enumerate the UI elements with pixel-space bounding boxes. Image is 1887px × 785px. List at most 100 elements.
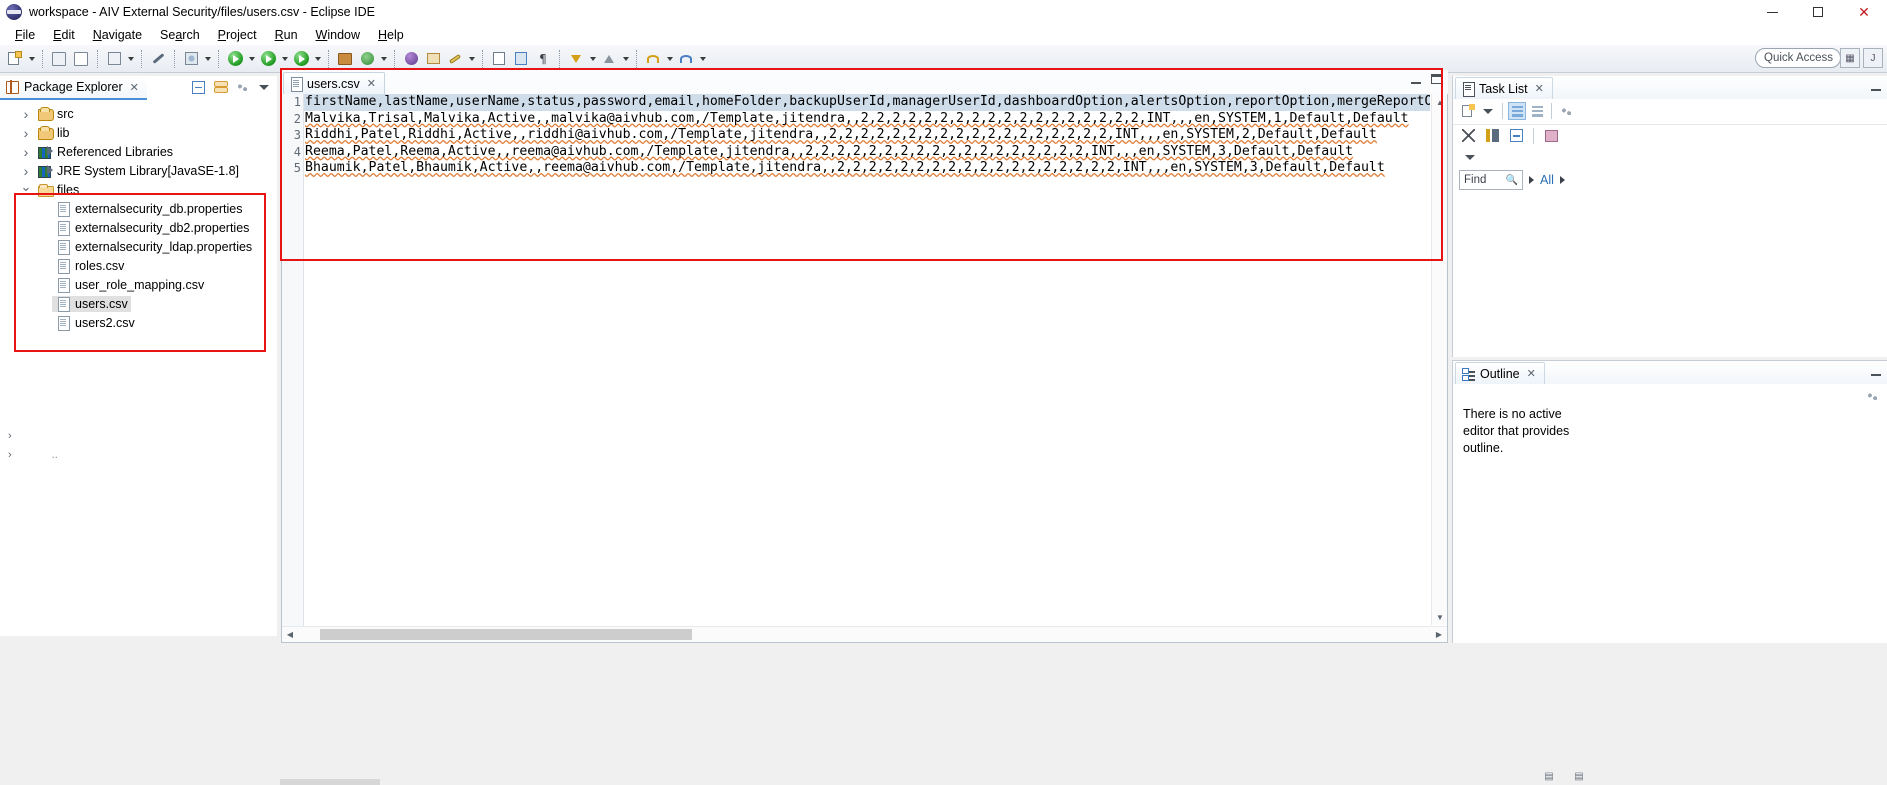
chevron-right-icon[interactable] (18, 125, 34, 141)
run-icon[interactable] (225, 49, 245, 69)
menu-navigate[interactable]: Navigate (84, 26, 151, 44)
menu-project[interactable]: Project (209, 26, 266, 44)
tree-item-src[interactable]: src (0, 104, 277, 123)
code-line[interactable]: 4 Reema,Patel,Reema,Active,,reema@aivhub… (304, 144, 1430, 161)
menu-edit[interactable]: Edit (44, 26, 84, 44)
open-type-icon[interactable] (401, 49, 421, 69)
focus-on-workweek-icon[interactable] (1459, 127, 1477, 145)
chevron-up-icon[interactable]: ▲ (1432, 94, 1448, 110)
chevron-right-icon[interactable] (18, 163, 34, 179)
next-annotation-dropdown-icon[interactable] (587, 49, 598, 69)
chevron-down-icon[interactable] (1479, 102, 1497, 120)
maximize-icon[interactable] (1431, 74, 1442, 84)
tab-package-explorer[interactable]: Package Explorer ✕ (0, 76, 147, 100)
close-button[interactable]: ✕ (1841, 0, 1887, 24)
tree-item-users-csv[interactable]: users.csv (0, 294, 277, 313)
menu-search[interactable]: Search (151, 26, 209, 44)
tab-task-list[interactable]: Task List ✕ (1455, 77, 1553, 99)
editor-horizontal-scrollbar[interactable]: ◀ ▶ (282, 626, 1447, 642)
tree-item-user-role-mapping-csv[interactable]: user_role_mapping.csv (0, 275, 277, 294)
new-wizard-icon[interactable] (5, 49, 25, 69)
tree-item-roles-csv[interactable]: roles.csv (0, 256, 277, 275)
previous-annotation-icon[interactable] (599, 49, 619, 69)
categorized-presentation-icon[interactable] (1508, 102, 1526, 120)
chevron-right-icon-2[interactable] (1559, 176, 1565, 184)
link-with-editor-icon[interactable] (211, 78, 229, 96)
chevron-right-icon[interactable]: ▶ (1431, 627, 1447, 643)
menu-window[interactable]: Window (307, 26, 369, 44)
find-scope-all-label[interactable]: All (1540, 173, 1554, 187)
chevron-down-icon[interactable] (18, 185, 34, 194)
external-tools-icon[interactable] (357, 49, 377, 69)
quick-access-input[interactable]: Quick Access (1755, 48, 1841, 68)
view-menu-icon[interactable] (1863, 387, 1881, 405)
collapse-all-icon[interactable] (189, 78, 207, 96)
tree-item-externalsecurity-db2-properties[interactable]: externalsecurity_db2.properties (0, 218, 277, 237)
tab-outline[interactable]: Outline ✕ (1455, 362, 1545, 384)
view-menu-icon[interactable] (233, 78, 251, 96)
tree-item-files[interactable]: files (0, 180, 277, 199)
coverage-dropdown-icon[interactable] (312, 49, 323, 69)
next-annotation-icon[interactable] (566, 49, 586, 69)
find-input[interactable]: Find 🔍 (1459, 170, 1523, 190)
chevron-right-icon[interactable] (18, 144, 34, 160)
minimize-icon[interactable] (1871, 367, 1881, 376)
code-line[interactable]: 2 Malvika,Trisal,Malvika,Active,,malvika… (304, 111, 1430, 128)
open-perspective-icon[interactable]: ▦ (1840, 48, 1860, 68)
close-icon[interactable]: ✕ (367, 77, 376, 90)
search-dropdown-icon[interactable] (466, 49, 477, 69)
code-content[interactable]: 1 firstName,lastName,userName,status,pas… (304, 94, 1430, 625)
save-icon[interactable] (49, 49, 69, 69)
new-task-icon[interactable] (1459, 102, 1477, 120)
back-icon[interactable] (643, 49, 663, 69)
save-all-icon[interactable] (71, 49, 91, 69)
minimize-icon[interactable] (1411, 75, 1421, 84)
tree-item-jre-system-library[interactable]: JRE System Library [JavaSE-1.8] (0, 161, 277, 180)
close-icon[interactable]: ✕ (1535, 82, 1544, 95)
debug-icon[interactable] (258, 49, 278, 69)
hscroll-track[interactable] (298, 629, 1431, 640)
search-icon[interactable] (445, 49, 465, 69)
new-java-package-icon[interactable] (335, 49, 355, 69)
scheduled-presentation-icon[interactable] (1528, 102, 1546, 120)
tree-item-externalsecurity-db-properties[interactable]: externalsecurity_db.properties (0, 199, 277, 218)
debug-ant-dropdown-icon[interactable] (202, 49, 213, 69)
search-icon[interactable]: 🔍 (1506, 175, 1518, 186)
build-dropdown-icon[interactable] (125, 49, 136, 69)
tree-item-referenced-libraries[interactable]: Referenced Libraries (0, 142, 277, 161)
chevron-down-icon[interactable] (1461, 148, 1479, 166)
show-whitespace-icon[interactable] (489, 49, 509, 69)
pilcrow-icon[interactable]: ¶ (533, 49, 553, 69)
coverage-icon[interactable] (291, 49, 311, 69)
hscroll-thumb[interactable] (320, 629, 692, 640)
maximize-button[interactable] (1795, 0, 1841, 24)
chevron-down-icon[interactable]: ▼ (1432, 609, 1448, 625)
link-icon[interactable] (148, 49, 168, 69)
tab-users-csv[interactable]: users.csv ✕ (283, 72, 386, 94)
menu-file[interactable]: File (6, 26, 44, 44)
view-menu-icon[interactable] (1557, 102, 1575, 120)
menu-run[interactable]: Run (266, 26, 307, 44)
editor-vertical-scrollbar[interactable]: ▲ ▼ (1431, 94, 1447, 625)
new-package-icon[interactable] (423, 49, 443, 69)
debug-dropdown-icon[interactable] (279, 49, 290, 69)
minimize-icon[interactable] (1871, 82, 1881, 91)
code-line[interactable]: 3 Riddhi,Patel,Riddhi,Active,,riddhi@aiv… (304, 127, 1430, 144)
chevron-right-icon[interactable] (18, 106, 34, 122)
chevron-right-icon[interactable] (1529, 176, 1534, 184)
forward-icon[interactable] (676, 49, 696, 69)
close-icon[interactable]: ✕ (130, 81, 139, 94)
collapse-all-icon[interactable] (1507, 127, 1525, 145)
back-dropdown-icon[interactable] (664, 49, 675, 69)
new-wizard-dropdown-icon[interactable] (26, 49, 37, 69)
restore-tasks-icon[interactable] (1542, 127, 1560, 145)
menu-help[interactable]: Help (369, 26, 413, 44)
minimize-button[interactable] (1749, 0, 1795, 24)
code-line[interactable]: 5 Bhaumik,Patel,Bhaumik,Active,,reema@ai… (304, 160, 1430, 177)
code-line[interactable]: 1 firstName,lastName,userName,status,pas… (304, 94, 1430, 111)
forward-dropdown-icon[interactable] (697, 49, 708, 69)
external-tools-dropdown-icon[interactable] (378, 49, 389, 69)
chevron-down-icon[interactable] (255, 78, 273, 96)
tree-item-lib[interactable]: lib (0, 123, 277, 142)
package-explorer-tree[interactable]: src lib Referenced Libraries (0, 104, 277, 332)
